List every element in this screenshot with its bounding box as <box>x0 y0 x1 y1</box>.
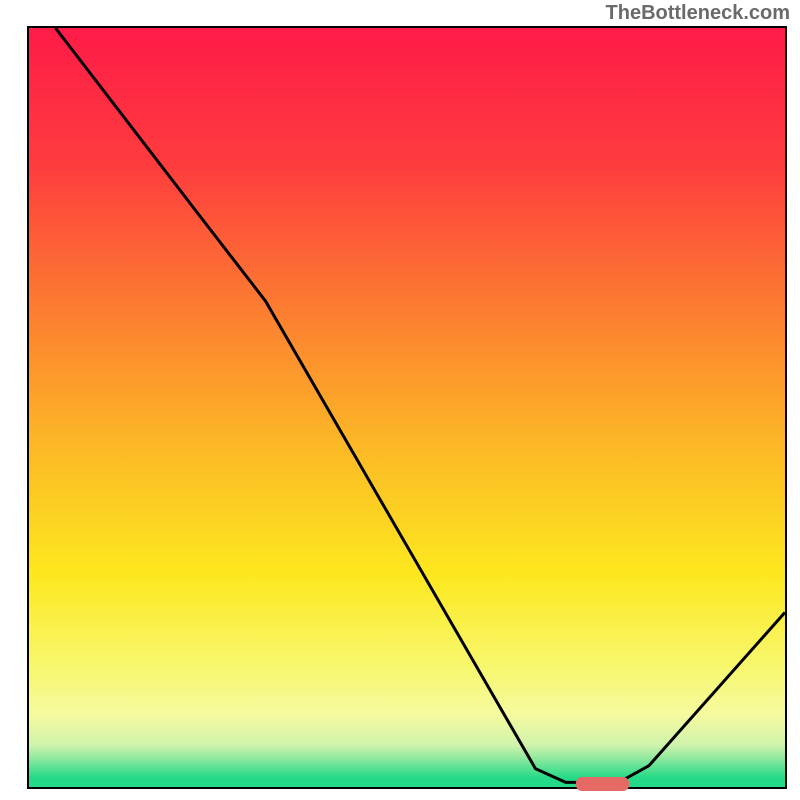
chart-curve <box>29 28 785 787</box>
watermark-text: TheBottleneck.com <box>606 2 790 25</box>
chart-marker <box>576 777 629 791</box>
chart-plot-area <box>27 26 787 789</box>
curve-path <box>55 28 785 782</box>
